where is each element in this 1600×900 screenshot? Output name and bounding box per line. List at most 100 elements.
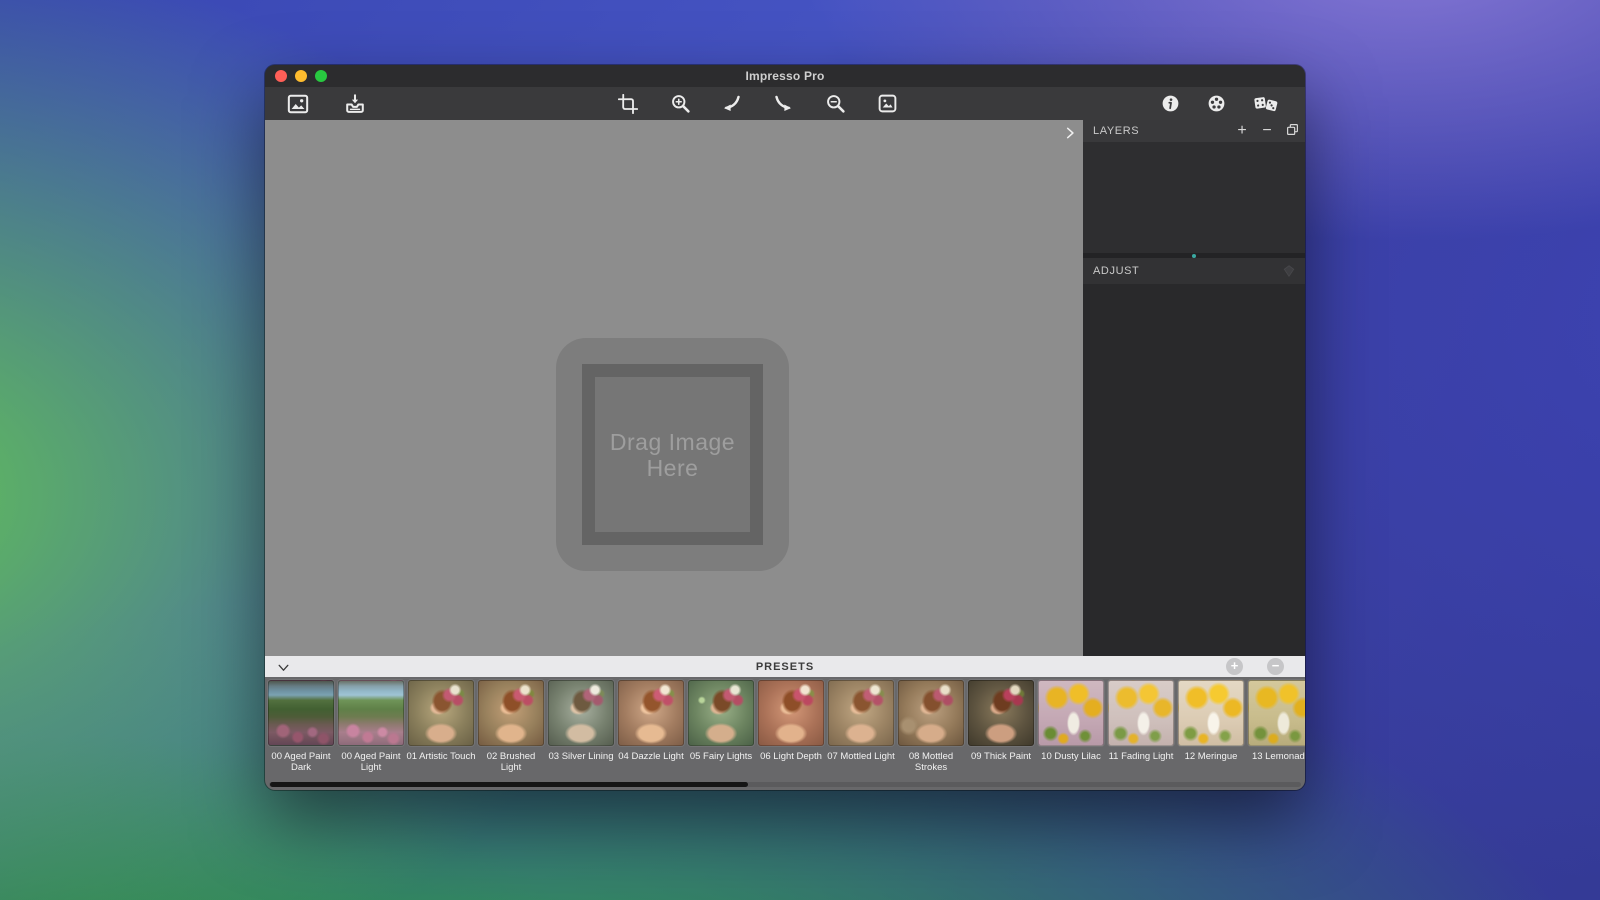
adjust-title: ADJUST <box>1093 265 1139 277</box>
presets-strip: 00 Aged Paint Dark 00 Aged Paint Light 0… <box>265 677 1305 790</box>
collapse-panel-button[interactable] <box>1060 123 1080 143</box>
preset-label: 12 Meringue <box>1176 751 1246 762</box>
preset-label: 07 Mottled Light <box>826 751 896 762</box>
preset-thumbnail[interactable] <box>758 680 824 746</box>
preset-label: 04 Dazzle Light <box>616 751 686 762</box>
traffic-lights <box>275 70 327 82</box>
undo-button[interactable] <box>716 90 746 117</box>
remove-preset-button[interactable]: − <box>1267 658 1284 675</box>
preset-item[interactable]: 00 Aged Paint Dark <box>268 680 334 773</box>
info-button[interactable] <box>1155 90 1185 117</box>
preset-thumbnail[interactable] <box>478 680 544 746</box>
preset-item[interactable]: 11 Fading Light <box>1108 680 1174 773</box>
add-layer-button[interactable]: + <box>1235 123 1249 139</box>
preset-label: 06 Light Depth <box>756 751 826 762</box>
info-icon <box>1160 93 1181 114</box>
preset-thumbnail[interactable] <box>338 680 404 746</box>
preset-item[interactable]: 13 Lemonade <box>1248 680 1305 773</box>
zoom-button[interactable] <box>315 70 327 82</box>
add-preset-button[interactable]: + <box>1226 658 1243 675</box>
app-window: Impresso Pro <box>265 65 1305 790</box>
preset-item[interactable]: 08 Mottled Strokes <box>898 680 964 773</box>
dropzone-inner-frame: Drag Image Here <box>582 364 763 545</box>
crop-button[interactable] <box>613 90 643 117</box>
collapse-presets-button[interactable] <box>274 658 292 676</box>
presets-bar: PRESETS + − <box>265 656 1305 677</box>
horizontal-scrollbar[interactable] <box>269 782 1301 787</box>
shutter-button[interactable] <box>1201 90 1231 117</box>
preset-item[interactable]: 05 Fairy Lights <box>688 680 754 773</box>
import-button[interactable] <box>340 90 370 117</box>
main-area: Drag Image Here LAYERS + − <box>265 120 1305 656</box>
preset-thumbnail[interactable] <box>898 680 964 746</box>
chevron-right-icon <box>1063 126 1077 140</box>
preset-label: 05 Fairy Lights <box>686 751 756 762</box>
minimize-button[interactable] <box>295 70 307 82</box>
preset-item[interactable]: 04 Dazzle Light <box>618 680 684 773</box>
layers-title: LAYERS <box>1093 125 1139 137</box>
layers-list[interactable] <box>1083 142 1305 253</box>
preset-thumbnail[interactable] <box>688 680 754 746</box>
crop-icon <box>618 94 638 114</box>
canvas-area[interactable]: Drag Image Here <box>265 120 1083 656</box>
title-bar[interactable]: Impresso Pro <box>265 65 1305 87</box>
randomize-dice-icon <box>1253 93 1279 115</box>
dropzone-label: Drag Image Here <box>598 429 748 481</box>
redo-button[interactable] <box>768 90 798 117</box>
adjust-controls[interactable] <box>1083 284 1305 656</box>
preset-thumbnail[interactable] <box>1248 680 1305 746</box>
preset-thumbnail[interactable] <box>1178 680 1244 746</box>
remove-layer-button[interactable]: − <box>1260 123 1274 139</box>
preset-thumbnail[interactable] <box>408 680 474 746</box>
open-image-button[interactable] <box>283 90 313 117</box>
preset-thumbnail[interactable] <box>548 680 614 746</box>
preset-thumbnail[interactable] <box>1038 680 1104 746</box>
preset-thumbnail[interactable] <box>1108 680 1174 746</box>
duplicate-icon <box>1286 123 1299 136</box>
chevron-down-icon <box>277 661 290 674</box>
preset-label: 03 Silver Lining <box>546 751 616 762</box>
preset-label: 13 Lemonade <box>1246 751 1305 762</box>
adjust-badge-icon <box>1282 264 1296 283</box>
preset-label: 10 Dusty Lilac <box>1036 751 1106 762</box>
preset-item[interactable]: 00 Aged Paint Light <box>338 680 404 773</box>
redo-icon <box>773 93 794 114</box>
randomize-button[interactable] <box>1251 90 1281 117</box>
window-title: Impresso Pro <box>745 69 824 83</box>
preset-item[interactable]: 01 Artistic Touch <box>408 680 474 773</box>
preset-item[interactable]: 02 Brushed Light <box>478 680 544 773</box>
preset-label: 02 Brushed Light <box>476 751 546 773</box>
image-dropzone[interactable]: Drag Image Here <box>556 338 789 571</box>
preset-item[interactable]: 10 Dusty Lilac <box>1038 680 1104 773</box>
preset-thumbnail[interactable] <box>618 680 684 746</box>
preset-item[interactable]: 06 Light Depth <box>758 680 824 773</box>
zoom-in-button[interactable] <box>665 90 695 117</box>
zoom-out-button[interactable] <box>820 90 850 117</box>
undo-icon <box>721 93 742 114</box>
import-image-icon <box>344 93 366 115</box>
layers-header: LAYERS + − <box>1083 120 1305 142</box>
duplicate-layer-button[interactable] <box>1285 123 1299 140</box>
preset-thumbnail[interactable] <box>828 680 894 746</box>
preset-thumbnail[interactable] <box>968 680 1034 746</box>
preset-label: 01 Artistic Touch <box>406 751 476 762</box>
preset-thumbnail[interactable] <box>268 680 334 746</box>
preset-item[interactable]: 09 Thick Paint <box>968 680 1034 773</box>
preset-label: 00 Aged Paint Dark <box>266 751 336 773</box>
preset-label: 11 Fading Light <box>1106 751 1176 762</box>
preset-item[interactable]: 07 Mottled Light <box>828 680 894 773</box>
preset-item[interactable]: 03 Silver Lining <box>548 680 614 773</box>
scrollbar-thumb[interactable] <box>270 782 748 787</box>
close-button[interactable] <box>275 70 287 82</box>
right-panel: LAYERS + − ADJUST <box>1083 120 1305 656</box>
adjust-header: ADJUST <box>1083 258 1305 284</box>
shutter-icon <box>1206 93 1227 114</box>
zoom-in-icon <box>670 93 691 114</box>
preset-label: 08 Mottled Strokes <box>896 751 966 773</box>
preset-label: 09 Thick Paint <box>966 751 1036 762</box>
export-image-button[interactable] <box>872 90 902 117</box>
preset-item[interactable]: 12 Meringue <box>1178 680 1244 773</box>
zoom-out-icon <box>825 93 846 114</box>
layers-controls: + − <box>1235 120 1299 142</box>
presets-title: PRESETS <box>756 661 814 673</box>
